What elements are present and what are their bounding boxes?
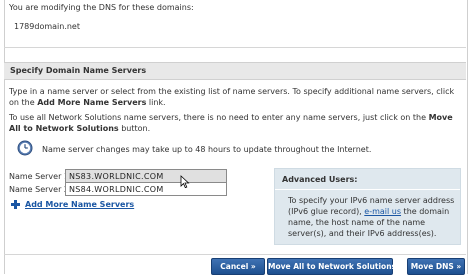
domain-name: 1789domain.net <box>14 22 80 31</box>
email-us-link[interactable]: e-mail us <box>364 207 401 216</box>
advanced-users-header: Advanced Users: <box>275 169 460 190</box>
name-server-2-label: Name Server 2: <box>9 185 72 194</box>
advanced-users-title: Advanced Users: <box>282 175 358 184</box>
intro-text: You are modifying the DNS for these doma… <box>9 3 194 12</box>
name-server-2-input[interactable] <box>65 182 227 196</box>
mouse-cursor-icon <box>180 175 190 189</box>
name-server-1-label: Name Server 1: <box>9 172 72 181</box>
para1-bold: Add More Name Servers <box>37 98 147 107</box>
advanced-users-text: To specify your IPv6 name server address… <box>288 195 456 239</box>
add-more-link[interactable]: Add More Name Servers <box>11 200 134 209</box>
move-dns-button[interactable]: Move DNS » <box>407 258 465 275</box>
divider <box>4 254 466 255</box>
para2-text-b: button. <box>118 124 151 133</box>
name-server-1-input[interactable] <box>65 169 227 183</box>
advanced-users-panel: Advanced Users: To specify your IPv6 nam… <box>274 168 461 245</box>
divider <box>4 47 466 48</box>
section-header: Specify Domain Name Servers <box>4 62 466 80</box>
plus-icon <box>11 200 20 209</box>
clock-icon <box>17 140 33 156</box>
instructions-paragraph-2: To use all Network Solutions name server… <box>9 112 459 134</box>
instructions-paragraph-1: Type in a name server or select from the… <box>9 86 459 108</box>
para2-text-a: To use all Network Solutions name server… <box>9 113 429 122</box>
section-title: Specify Domain Name Servers <box>10 66 147 75</box>
update-note: Name server changes may take up to 48 ho… <box>42 145 372 154</box>
cancel-button[interactable]: Cancel » <box>211 258 265 275</box>
para1-text-b: link. <box>146 98 166 107</box>
move-all-button[interactable]: Move All to Network Solutions » <box>267 258 403 275</box>
add-more-label[interactable]: Add More Name Servers <box>25 200 134 209</box>
